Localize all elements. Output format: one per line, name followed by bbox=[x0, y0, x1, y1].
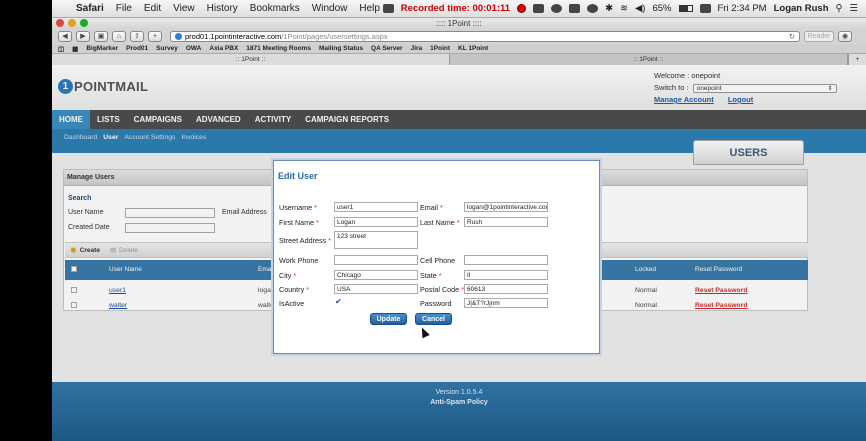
browser-toolbar: ◀ ▶ ▣ ⌂ ⇪ + prod01.1pointinteractive.com… bbox=[52, 29, 866, 44]
dialog-title: Edit User bbox=[278, 171, 318, 181]
record-stop-icon[interactable] bbox=[517, 4, 527, 13]
bookmark-item[interactable]: Survey bbox=[156, 45, 178, 52]
sidebar-button[interactable]: ▣ bbox=[94, 31, 108, 42]
bookmark-item[interactable]: BigMarker bbox=[86, 45, 118, 52]
back-button[interactable]: ◀ bbox=[58, 31, 72, 42]
cancel-button[interactable]: Cancel bbox=[415, 313, 452, 325]
browser-tab-2[interactable]: :: 1Point :: bbox=[450, 54, 848, 65]
menu-edit[interactable]: Edit bbox=[144, 3, 161, 14]
country-input[interactable]: USA bbox=[334, 284, 418, 294]
web-page: 1 POINTMAIL Welcome : onepoint Switch to… bbox=[52, 65, 866, 441]
workphone-input[interactable] bbox=[334, 255, 418, 265]
street-label: Street Address * bbox=[279, 236, 331, 245]
clock[interactable]: Fri 2:34 PM bbox=[718, 3, 767, 14]
bluetooth-icon[interactable]: ✱ bbox=[605, 3, 613, 14]
battery-icon[interactable] bbox=[678, 5, 693, 12]
menu-help[interactable]: Help bbox=[359, 3, 380, 14]
email-input[interactable]: logan@1pointinteractive.com bbox=[464, 202, 548, 212]
spotlight-icon[interactable]: ⚲ bbox=[836, 3, 843, 14]
status-icon-a[interactable] bbox=[533, 4, 545, 13]
reader-button[interactable]: Reader bbox=[804, 31, 834, 42]
time-machine-icon[interactable] bbox=[587, 4, 599, 13]
recorder-icon[interactable] bbox=[382, 4, 394, 13]
status-area: Recorded time: 00:01:11 ✱ ≋ ◀) 65% Fri 2… bbox=[382, 3, 858, 14]
window-title: :::: 1Point :::: bbox=[436, 19, 482, 28]
bookmarks-bar: ◫ ▦ BigMarker Prod01 Survey OWA Axia PBX… bbox=[52, 44, 866, 54]
window-titlebar: :::: 1Point :::: bbox=[52, 18, 866, 29]
edit-user-dialog: Edit User Username * user1 Email * logan… bbox=[273, 160, 600, 354]
password-label: Password bbox=[420, 299, 452, 308]
firstname-label: First Name * bbox=[279, 218, 319, 227]
update-button[interactable]: Update bbox=[370, 313, 407, 325]
workphone-label: Work Phone bbox=[279, 256, 319, 265]
screen: Safari File Edit View History Bookmarks … bbox=[52, 0, 866, 441]
bookmark-item[interactable]: Jira bbox=[411, 45, 423, 52]
bookmark-item[interactable]: Mailing Status bbox=[319, 45, 363, 52]
top-sites-icon[interactable]: ▦ bbox=[72, 45, 78, 53]
window-controls bbox=[56, 19, 88, 27]
lastname-input[interactable]: Rush bbox=[464, 217, 548, 227]
state-label: State * bbox=[420, 271, 442, 280]
isactive-checkbox[interactable]: ✔ bbox=[335, 298, 343, 306]
tab-bar: :: 1Point :: :: 1Point :: + bbox=[52, 54, 866, 65]
menu-history[interactable]: History bbox=[207, 3, 238, 14]
new-tab-button[interactable]: + bbox=[148, 31, 162, 42]
state-input[interactable]: Il bbox=[464, 270, 548, 280]
username-input[interactable]: user1 bbox=[334, 202, 418, 212]
browser-tab-1[interactable]: :: 1Point :: bbox=[52, 54, 450, 65]
battery-percent: 65% bbox=[652, 3, 672, 14]
downloads-button[interactable]: ◉ bbox=[838, 31, 852, 42]
lastname-label: Last Name * bbox=[420, 218, 460, 227]
username-label: Username * bbox=[279, 203, 317, 212]
url-host: prod01.1pointinteractive.com bbox=[185, 32, 282, 41]
menu-file[interactable]: File bbox=[116, 3, 132, 14]
user-name[interactable]: Logan Rush bbox=[774, 3, 829, 14]
password-input[interactable]: J|&T?rJjnm bbox=[464, 298, 548, 308]
volume-icon[interactable]: ◀) bbox=[635, 3, 645, 14]
postal-input[interactable]: 60613 bbox=[464, 284, 548, 294]
reload-icon[interactable]: ↻ bbox=[789, 32, 795, 42]
minimize-window-icon[interactable] bbox=[68, 19, 76, 27]
share-button[interactable]: ⇪ bbox=[130, 31, 144, 42]
cellphone-label: Cell Phone bbox=[420, 256, 456, 265]
add-tab-button[interactable]: + bbox=[848, 54, 866, 65]
firstname-input[interactable]: Logan bbox=[334, 217, 418, 227]
bookmark-item[interactable]: OWA bbox=[186, 45, 202, 52]
globe-icon bbox=[175, 33, 182, 40]
display-icon[interactable] bbox=[699, 4, 711, 13]
home-button[interactable]: ⌂ bbox=[112, 31, 126, 42]
status-icon-b[interactable] bbox=[551, 4, 563, 13]
isactive-label: IsActive bbox=[279, 299, 305, 308]
bookmark-item[interactable]: KL 1Point bbox=[458, 45, 488, 52]
menu-view[interactable]: View bbox=[173, 3, 195, 14]
bookmark-item[interactable]: QA Server bbox=[371, 45, 403, 52]
email-label: Email * bbox=[420, 203, 443, 212]
status-icon-c[interactable] bbox=[569, 4, 581, 13]
postal-label: Postal Code * bbox=[420, 285, 464, 294]
country-label: Country * bbox=[279, 285, 309, 294]
street-textarea[interactable]: 123 street bbox=[334, 231, 418, 249]
menu-bookmarks[interactable]: Bookmarks bbox=[250, 3, 300, 14]
bookmark-item[interactable]: Axia PBX bbox=[209, 45, 238, 52]
bookmark-item[interactable]: 1871 Meeting Rooms bbox=[246, 45, 311, 52]
wifi-icon[interactable]: ≋ bbox=[620, 3, 628, 14]
recorded-time: Recorded time: 00:01:11 bbox=[400, 3, 511, 14]
forward-button[interactable]: ▶ bbox=[76, 31, 90, 42]
os-menubar: Safari File Edit View History Bookmarks … bbox=[52, 0, 866, 18]
url-path: /1Point/pages/usersettings.aspx bbox=[281, 32, 388, 41]
bookmark-item[interactable]: Prod01 bbox=[126, 45, 148, 52]
notification-list-icon[interactable]: ☰ bbox=[849, 3, 858, 14]
address-bar[interactable]: prod01.1pointinteractive.com/1Point/page… bbox=[170, 31, 800, 42]
zoom-window-icon[interactable] bbox=[80, 19, 88, 27]
reading-list-icon[interactable]: ◫ bbox=[58, 45, 64, 53]
close-window-icon[interactable] bbox=[56, 19, 64, 27]
city-input[interactable]: Chicago bbox=[334, 270, 418, 280]
city-label: City * bbox=[279, 271, 297, 280]
menu-window[interactable]: Window bbox=[312, 3, 348, 14]
cellphone-input[interactable] bbox=[464, 255, 548, 265]
menu-app[interactable]: Safari bbox=[76, 3, 104, 14]
bookmark-item[interactable]: 1Point bbox=[430, 45, 450, 52]
